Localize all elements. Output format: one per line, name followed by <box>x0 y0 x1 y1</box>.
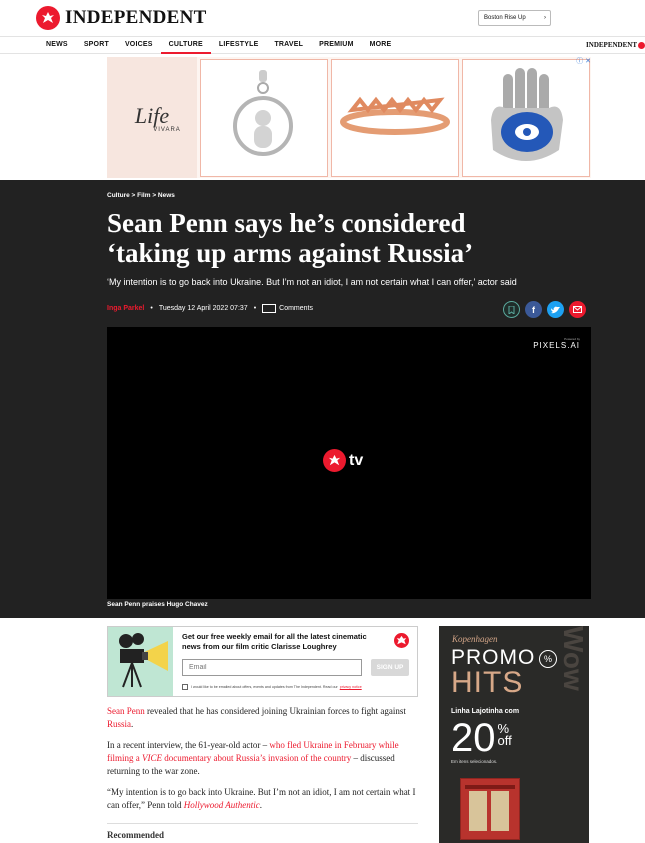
sean-penn-link[interactable]: Sean Penn <box>107 706 145 716</box>
ad-product-hamsa[interactable] <box>462 59 590 177</box>
link-text-italic: VICE <box>142 753 162 763</box>
eagle-icon <box>323 449 346 472</box>
article-body: Sean Penn revealed that he has considere… <box>107 705 418 820</box>
discount-value: 20 <box>451 716 496 760</box>
off-label: off <box>497 733 512 748</box>
video-player[interactable]: Powered by PIXELS.AI tv <box>107 327 591 599</box>
side-ad-brand: Kopenhagen <box>452 634 498 644</box>
side-ad-discount: 20 % off <box>451 716 512 761</box>
comment-icon[interactable] <box>262 304 277 313</box>
headline-line-1: Sean Penn says he’s considered <box>107 208 466 238</box>
privacy-notice-link[interactable]: privacy notice <box>340 685 362 689</box>
paragraph-text: In a recent interview, the 61-year-old a… <box>107 740 270 750</box>
consent-row: I would like to be emailed about offers,… <box>182 684 362 690</box>
nav-item-premium[interactable]: PREMIUM <box>311 37 361 54</box>
video-sponsor: Powered by PIXELS.AI <box>533 337 580 350</box>
consent-checkbox[interactable] <box>182 684 188 690</box>
byline-separator: • <box>150 305 153 312</box>
author-link[interactable]: Inga Parkel <box>107 305 144 312</box>
nav-item-lifestyle[interactable]: LIFESTYLE <box>211 37 267 54</box>
byline: Inga Parkel • Tuesday 12 April 2022 07:3… <box>107 304 313 313</box>
paragraph: Sean Penn revealed that he has considere… <box>107 705 418 731</box>
site-logo[interactable]: INDEPENDENT <box>36 6 207 30</box>
recommended-heading: Recommended <box>107 823 418 840</box>
publish-date: Tuesday 12 April 2022 07:37 <box>158 305 248 312</box>
ad-choices-icon[interactable]: ⓘ ✕ <box>576 56 591 66</box>
hollywood-authentic-link[interactable]: Hollywood Authentic <box>184 800 260 810</box>
nav-item-travel[interactable]: TRAVEL <box>266 37 311 54</box>
facebook-icon[interactable]: f <box>525 301 542 318</box>
sponsor-name: PIXELS.AI <box>533 341 580 350</box>
russia-link[interactable]: Russia <box>107 719 131 729</box>
film-projector-illustration <box>108 627 173 696</box>
paragraph: In a recent interview, the 61-year-old a… <box>107 739 418 778</box>
article-header: Culture > Film > News Sean Penn says he’… <box>0 180 645 618</box>
nav-item-more[interactable]: MORE <box>362 37 400 54</box>
paragraph-text: revealed that he has considered joining … <box>144 706 406 716</box>
twitter-icon[interactable] <box>547 301 564 318</box>
page-title: Sean Penn says he’s considered ‘taking u… <box>107 208 577 268</box>
share-bar: f <box>503 301 586 318</box>
ad-watermark: Wow <box>558 626 589 691</box>
chocolate-box-image <box>460 778 520 840</box>
paragraph-text: . <box>131 719 134 729</box>
paragraph: “My intention is to go back into Ukraine… <box>107 786 418 812</box>
breadcrumb[interactable]: Culture > Film > News <box>107 192 175 199</box>
side-ad-line: Linha Lajotinha com <box>451 708 520 715</box>
percent-badge: % <box>539 650 557 668</box>
nav-logo-text: INDEPENDENT <box>586 41 637 49</box>
nav-item-voices[interactable]: VOICES <box>117 37 161 54</box>
link-text: documentary about Russia’s invasion of t… <box>162 753 352 763</box>
independent-tv-logo: tv <box>323 449 363 472</box>
nav-item-sport[interactable]: SPORT <box>76 37 117 54</box>
standfirst: ‘My intention is to go back into Ukraine… <box>107 277 517 287</box>
nav-item-culture[interactable]: CULTURE <box>160 37 211 54</box>
ad-product-charm[interactable] <box>200 59 328 177</box>
ad-product-ring[interactable] <box>331 59 459 177</box>
side-ad[interactable]: Wow Kopenhagen PROMO % HITS Linha Lajoti… <box>439 626 589 843</box>
eagle-icon <box>638 41 645 49</box>
byline-separator: • <box>253 305 257 312</box>
eagle-icon <box>394 633 409 648</box>
tv-label: tv <box>349 451 364 469</box>
newsletter-title: Get our free weekly email for all the la… <box>182 632 367 651</box>
consent-text: I would like to be emailed about offers,… <box>191 685 338 689</box>
nav-logo[interactable]: INDEPENDENT <box>586 41 645 49</box>
main-nav: NEWS SPORT VOICES CULTURE LIFESTYLE TRAV… <box>0 36 645 54</box>
discount-suffix: % off <box>497 722 512 748</box>
banner-ad[interactable]: Life VIVARA ⓘ ✕ <box>107 57 591 178</box>
nav-item-news[interactable]: NEWS <box>38 37 76 54</box>
eagle-icon <box>36 6 60 30</box>
email-share-icon[interactable] <box>569 301 586 318</box>
ad-brand-name: Life <box>134 102 170 128</box>
video-caption: Sean Penn praises Hugo Chavez <box>107 601 208 608</box>
edition-select[interactable]: Boston Rise Up › <box>478 10 551 26</box>
headline-line-2: ‘taking up arms against Russia’ <box>107 238 474 268</box>
bookmark-icon[interactable] <box>503 301 520 318</box>
paragraph-text: . <box>259 800 263 810</box>
ad-sub-brand: VIVARA <box>153 126 181 133</box>
chevron-right-icon: › <box>544 15 546 21</box>
ad-brand-panel: Life VIVARA <box>107 57 197 178</box>
comments-link[interactable]: Comments <box>279 305 313 312</box>
site-header: INDEPENDENT Boston Rise Up › <box>0 0 645 36</box>
newsletter-signup: Get our free weekly email for all the la… <box>107 626 418 697</box>
logo-wordmark: INDEPENDENT <box>65 7 207 28</box>
edition-label: Boston Rise Up <box>484 15 526 21</box>
side-ad-hits: HITS <box>451 666 524 699</box>
email-field[interactable] <box>182 659 362 676</box>
side-ad-fineprint: Em itens selecionados. <box>451 759 498 764</box>
sign-up-button[interactable]: SIGN UP <box>371 659 409 676</box>
